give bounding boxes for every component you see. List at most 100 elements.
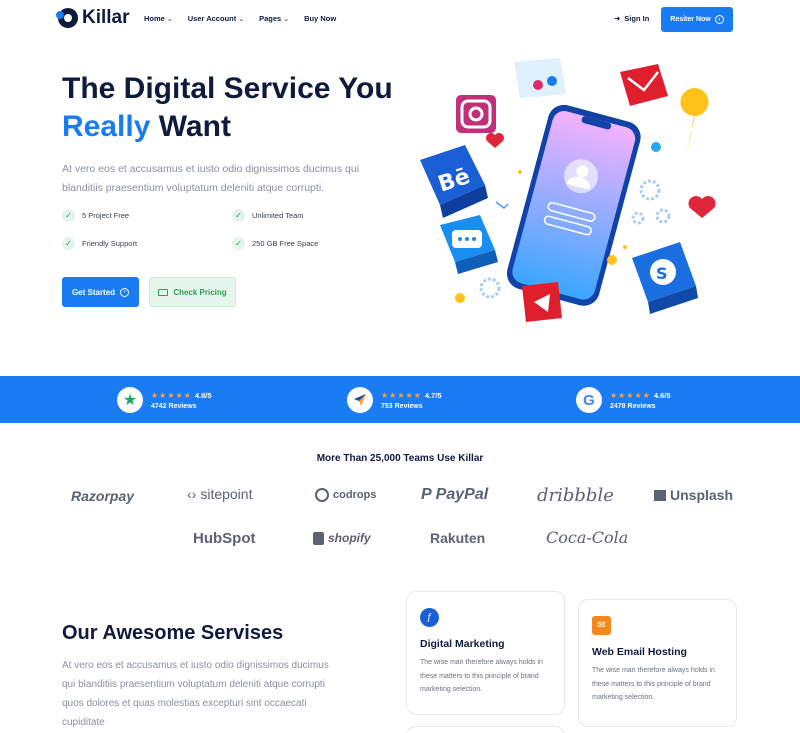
feature-item: ✓ 250 GB Free Space <box>232 237 318 250</box>
register-label: Resiter Now <box>670 16 711 23</box>
sign-in-icon: ➜ <box>614 14 621 23</box>
money-icon <box>158 288 169 296</box>
brand-label: sitepoint <box>200 486 253 502</box>
skype-icon: S <box>632 242 698 314</box>
logos-section-title: More Than 25,000 Teams Use Killar <box>316 453 484 464</box>
rating-score: 4.6/5 <box>653 390 671 400</box>
paypal-icon: P <box>421 486 432 503</box>
feature-item: ✓ 5 Project Free <box>62 209 129 222</box>
brand-label: HubSpot <box>193 530 256 547</box>
unsplash-icon <box>654 489 666 501</box>
hero-description: At vero eos et accusamus et iusto odio d… <box>62 163 360 194</box>
menu-label: Pages <box>259 14 282 23</box>
brand-logo-codrops: codrops <box>315 488 376 502</box>
brand-label: shopify <box>328 531 371 545</box>
feature-label: 250 GB Free Space <box>252 239 319 248</box>
brand-name: Killar <box>82 7 130 28</box>
service-card-partial[interactable] <box>406 726 565 733</box>
check-icon: ✓ <box>62 237 75 250</box>
brand-label: Unsplash <box>670 487 734 503</box>
brand-label: Coca-Cola <box>546 528 629 547</box>
capterra-icon <box>347 387 373 413</box>
hero-title: The Digital Service You Really Want <box>62 70 402 146</box>
email-icon: ✉ <box>592 616 611 635</box>
sign-in-link[interactable]: ➜ Sign In <box>614 14 649 23</box>
menu-item-user-account[interactable]: User Account ⌄ <box>188 14 244 23</box>
rating-item: ★ ★★★★★ 4.8/5 4742 Reviews <box>117 387 212 413</box>
brand-label: Rakuten <box>430 530 486 546</box>
brand-logo-dribbble: dribbble <box>537 485 614 506</box>
brand-logo-hubspot: HubSpot <box>193 530 255 547</box>
feature-label: Friendly Support <box>82 239 138 248</box>
service-card-digital-marketing[interactable]: ƒ Digital Marketing The wise man therefo… <box>406 591 565 715</box>
brand-label: dribbble <box>537 485 614 506</box>
service-card-text: The wise man therefore always holds in t… <box>420 659 543 693</box>
ratings-band: ★ ★★★★★ 4.8/5 4742 Reviews ★★★★★ 4.7/5 753… <box>0 376 800 423</box>
chevron-down-icon: ⌄ <box>166 15 173 23</box>
star-rating: ★★★★★ 4.6/5 <box>610 390 671 400</box>
sitepoint-icon: ‹› <box>187 486 197 502</box>
get-started-label: Get Started <box>71 287 116 297</box>
chevron-down-icon: ⌄ <box>283 15 290 23</box>
behance-icon: Bē <box>420 145 488 218</box>
review-count: 2478 Reviews <box>610 402 656 410</box>
service-card-title: Digital Marketing <box>420 638 505 650</box>
google-icon: G <box>576 387 602 413</box>
brand-logo-paypal: P PayPal <box>421 486 488 504</box>
check-icon: ✓ <box>62 209 75 222</box>
brand-label: PayPal <box>435 486 489 503</box>
service-card-web-email-hosting[interactable]: ✉ Web Email Hosting The wise man therefo… <box>578 599 737 727</box>
brand-logo-sitepoint: ‹› sitepoint <box>187 486 252 502</box>
brand-logo-shopify: shopify <box>313 531 371 545</box>
review-count: 753 Reviews <box>381 402 423 410</box>
feature-item: ✓ Unlimited Team <box>232 209 304 222</box>
menu-label: Home <box>144 14 165 23</box>
instagram-icon <box>456 95 496 133</box>
smartphone-illustration <box>506 104 641 306</box>
mail-icon <box>620 64 668 106</box>
check-icon: ✓ <box>232 209 245 222</box>
rating-score: 4.8/5 <box>194 390 212 400</box>
get-started-button[interactable]: Get Started › <box>62 277 139 307</box>
menu-item-home[interactable]: Home ⌄ <box>144 14 173 23</box>
rating-item: ★★★★★ 4.7/5 753 Reviews <box>347 387 442 413</box>
star-rating: ★★★★★ 4.8/5 <box>151 390 212 400</box>
brand-logo-coca-cola: Coca-Cola <box>546 528 628 547</box>
register-button[interactable]: Resiter Now › <box>661 7 733 32</box>
video-play-icon <box>522 282 562 322</box>
svg-text:S: S <box>656 264 668 283</box>
heart-icon <box>688 196 716 218</box>
brand-label: codrops <box>333 489 377 501</box>
hero-title-line1: The Digital Service You <box>62 72 393 105</box>
star-rating: ★★★★★ 4.7/5 <box>381 390 442 400</box>
brand-logo[interactable]: Killar <box>56 7 130 29</box>
brand-logo-razorpay: Razorpay <box>71 488 134 504</box>
arrow-right-circle-icon: › <box>714 15 724 24</box>
services-description: At vero eos et accusamus et iusto odio d… <box>62 660 329 728</box>
hero-title-rest: Want <box>150 110 231 143</box>
brand-logo-unsplash: Unsplash <box>654 487 733 503</box>
trustpilot-icon: ★ <box>117 387 143 413</box>
fedora-icon: ƒ <box>420 608 439 627</box>
menu-item-pages[interactable]: Pages ⌄ <box>259 14 289 23</box>
music-note-icon <box>495 201 509 209</box>
hero-illustration: Bē S <box>420 58 716 322</box>
check-pricing-label: Check Pricing <box>173 287 227 297</box>
logo-icon <box>56 8 78 28</box>
service-card-text: The wise man therefore always holds in t… <box>592 667 715 701</box>
check-icon: ✓ <box>232 237 245 250</box>
feature-item: ✓ Friendly Support <box>62 237 137 250</box>
rating-score: 4.7/5 <box>424 390 442 400</box>
shopify-icon <box>313 531 324 545</box>
rating-item: G ★★★★★ 4.6/5 2478 Reviews <box>576 387 671 413</box>
location-pin-icon <box>680 88 709 152</box>
brand-logo-rakuten: Rakuten <box>430 530 485 546</box>
chat-icon <box>440 215 498 274</box>
top-navigation: Killar Home ⌄ User Account ⌄ Pages ⌄ Buy No… <box>0 0 800 40</box>
services-title: Our Awesome Servises <box>62 622 284 644</box>
feature-label: 5 Project Free <box>82 211 130 220</box>
menu-item-buy-now[interactable]: Buy Now <box>304 14 336 23</box>
menu-label: User Account <box>187 14 237 23</box>
check-pricing-button[interactable]: Check Pricing <box>149 277 236 307</box>
flickr-icon <box>514 58 566 98</box>
